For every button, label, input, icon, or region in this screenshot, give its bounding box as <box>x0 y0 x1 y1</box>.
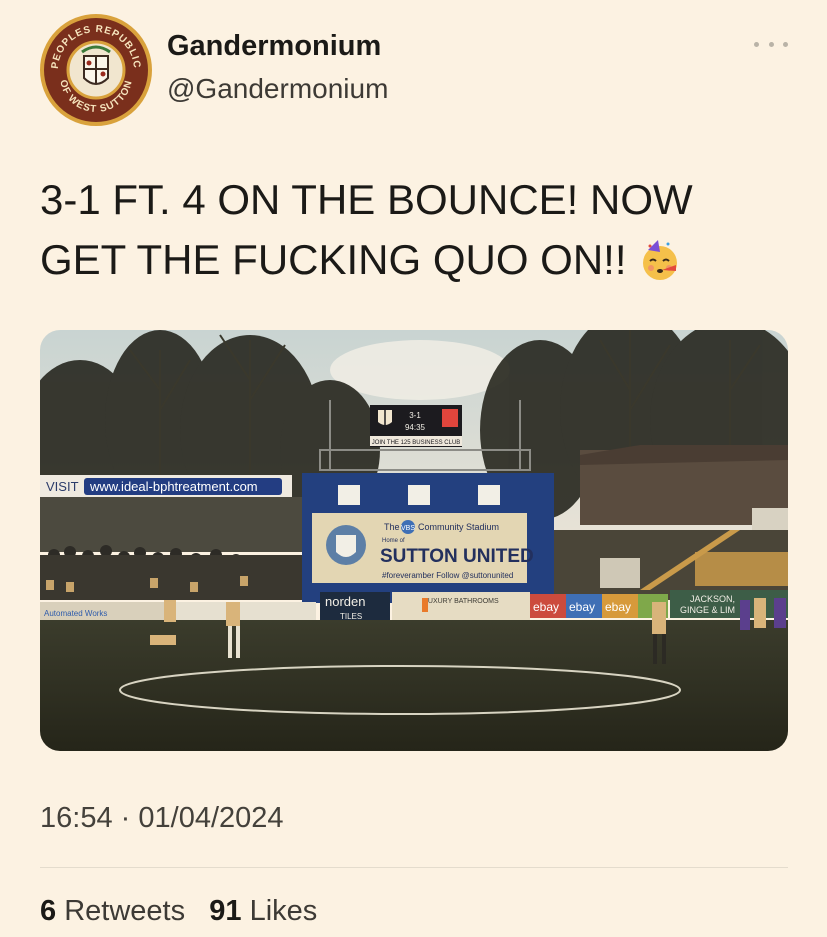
ad-norden: norden <box>325 594 365 609</box>
banner-vbs: VBS <box>401 525 415 532</box>
separator: · <box>120 802 131 834</box>
ad-ebay-1: ebay <box>533 600 559 614</box>
likes-label: Likes <box>249 895 318 927</box>
banner-line1-pre: The <box>384 522 400 532</box>
scoreboard-score: 3-1 <box>409 411 421 420</box>
stadium-photo: 3-1 94:35 JOIN THE 125 BUSINESS CLUB VIS… <box>40 330 788 751</box>
ad-ebay-3: ebay <box>605 600 631 614</box>
display-name[interactable]: Gandermonium <box>167 30 381 63</box>
banner-footer: #foreveramber Follow @suttonunited <box>382 571 513 580</box>
ad-automated: Automated Works <box>44 609 107 618</box>
handle[interactable]: @Gandermonium <box>167 73 388 105</box>
likes-stat[interactable]: 91 Likes <box>209 895 317 927</box>
tweet-body: 3-1 FT. 4 ON THE BOUNCE! NOW GET THE FUC… <box>40 176 693 283</box>
retweets-stat[interactable]: 6 Retweets <box>40 895 193 927</box>
tweet-photo[interactable]: 3-1 94:35 JOIN THE 125 BUSINESS CLUB VIS… <box>40 330 788 751</box>
ad-jackson-sub: GINGE & LIM <box>680 605 735 615</box>
scoreboard-time: 94:35 <box>405 423 426 432</box>
crest-icon: PEOPLES REPUBLIC OF WEST SUTTON <box>50 24 141 115</box>
date: 01/04/2024 <box>138 802 284 834</box>
visit-url: www.ideal-bphtreatment.com <box>89 479 258 494</box>
club-crest-icon <box>326 525 366 565</box>
timestamp[interactable]: 16:54 · 01/04/2024 <box>40 802 284 835</box>
opponent-badge-icon <box>442 409 458 427</box>
banner-line1-post: Community Stadium <box>418 522 499 532</box>
engagement-stats: 6 Retweets 91 Likes <box>40 895 317 928</box>
banner-club: SUTTON UNITED <box>380 546 534 567</box>
ad-bathrooms: LUXURY BATHROOMS <box>424 598 499 605</box>
ad-norden-sub: TILES <box>340 612 362 621</box>
retweets-count: 6 <box>40 895 57 927</box>
partying-face-emoji-icon <box>643 240 678 280</box>
divider <box>40 867 788 868</box>
visit-label: VISIT <box>46 479 79 494</box>
banner-home-of: Home of <box>382 538 405 544</box>
ad-ebay-2: ebay <box>569 600 595 614</box>
more-options-icon[interactable] <box>754 36 788 52</box>
ad-jackson: JACKSON, <box>690 594 735 604</box>
scoreboard-banner: JOIN THE 125 BUSINESS CLUB <box>372 440 461 446</box>
retweets-label: Retweets <box>64 895 186 927</box>
tweet-text: 3-1 FT. 4 ON THE BOUNCE! NOW GET THE FUC… <box>40 170 780 290</box>
avatar[interactable]: PEOPLES REPUBLIC OF WEST SUTTON <box>40 14 152 126</box>
likes-count: 91 <box>209 895 242 927</box>
time: 16:54 <box>40 802 113 834</box>
